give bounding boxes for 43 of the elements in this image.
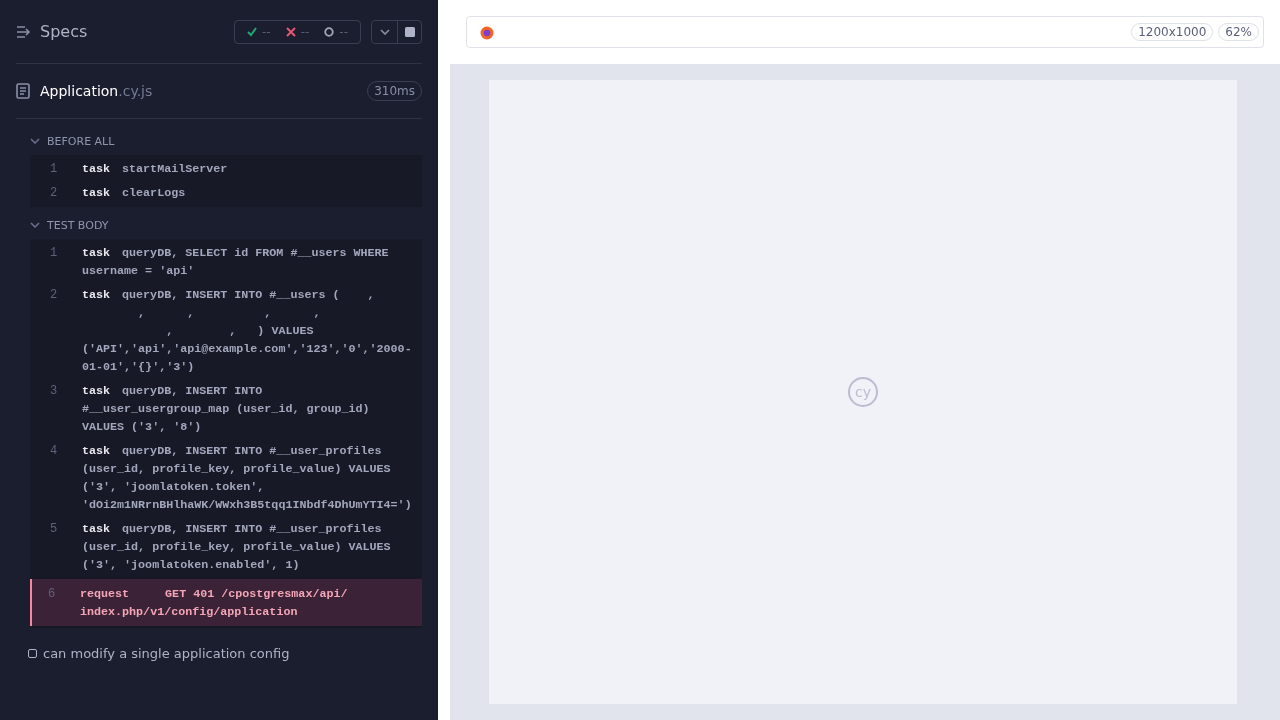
- spinner-icon: [324, 26, 335, 37]
- test-status-icon: [28, 649, 37, 658]
- cross-icon: [285, 26, 296, 37]
- line-number: 3: [50, 383, 59, 400]
- line-number: 1: [50, 245, 59, 262]
- command-row[interactable]: 1 task startMailServer: [30, 157, 422, 181]
- specs-menu-icon[interactable]: [16, 24, 32, 39]
- test-title[interactable]: can modify a single application config: [43, 646, 290, 661]
- command-row[interactable]: 3 task queryDB, INSERT INTO #__user_usergroup_map (user_id, group_id) VALUES ('3', '8'): [30, 379, 422, 439]
- command-text: task clearLogs: [82, 185, 187, 202]
- line-number: 6: [48, 586, 57, 603]
- command-text: task queryDB, INSERT INTO #__user_profiles (user_id, profile_key, profile_value) VALUES ('3', 'joomlatoken.token', 'dOi2m1NRrnBHlhaWK/WWxh3B5tqq1INbdf4DhUmYTI4='): [82, 443, 413, 514]
- chevron-icon[interactable]: [30, 138, 40, 144]
- check-icon: [247, 26, 257, 37]
- spec-file-name: Application.cy.js: [40, 83, 154, 99]
- command-row[interactable]: 2 task queryDB, INSERT INTO #__users ( , , , , , , , ) VALUES ('API','api','api@example.com','123','0','2000-01-01','{}','3'): [30, 283, 422, 379]
- browser-icon: [479, 24, 495, 40]
- specs-title: Specs: [40, 22, 89, 41]
- command-text: task queryDB, INSERT INTO #__user_usergroup_map (user_id, group_id) VALUES ('3', '8'): [82, 383, 371, 436]
- chevron-icon[interactable]: [30, 222, 40, 228]
- line-number: 2: [50, 185, 59, 202]
- command-row[interactable]: 4 task queryDB, INSERT INTO #__user_profiles (user_id, profile_key, profile_value) VALUES ('3', 'joomlatoken.token', 'dOi2m1NRrnBHlhaWK/WWxh3B5tqq1INbdf4DhUmYTI4='): [30, 439, 422, 517]
- hook-title[interactable]: BEFORE ALL: [47, 134, 115, 148]
- command-row[interactable]: 2 task clearLogs: [30, 181, 422, 205]
- line-number: 2: [50, 287, 59, 304]
- command-text: task startMailServer: [82, 161, 229, 178]
- command-row[interactable]: 5 task queryDB, INSERT INTO #__user_profiles (user_id, profile_key, profile_value) VALUES ('3', 'joomlatoken.enabled', 1): [30, 517, 422, 577]
- file-icon: [16, 83, 30, 99]
- line-number: 5: [50, 521, 59, 538]
- hook-title[interactable]: TEST BODY: [47, 218, 109, 232]
- command-text: task queryDB, SELECT id FROM #__users WHERE username = 'api': [82, 245, 390, 280]
- command-row[interactable]: 1 task queryDB, SELECT id FROM #__users WHERE username = 'api': [30, 241, 422, 283]
- command-text: request GET 401 /cpostgresmax/api/ index.php/v1/config/application: [80, 586, 349, 621]
- stat-count: --: [339, 24, 348, 39]
- line-number: 1: [50, 161, 59, 178]
- stop-icon: [404, 26, 415, 37]
- command-row[interactable]: 6 request GET 401 /cpostgresmax/api/ index.php/v1/config/application: [30, 579, 422, 626]
- command-text: task queryDB, INSERT INTO #__users ( , , , , , , , ) VALUES ('API','api','api@example.com','123','0','2000-01-01','{}','3'): [82, 287, 413, 376]
- stat-count: --: [262, 24, 271, 39]
- chevron-icon: [379, 28, 390, 35]
- stat-count: --: [300, 24, 310, 39]
- line-number: 4: [50, 443, 59, 460]
- command-text: task queryDB, INSERT INTO #__user_profiles (user_id, profile_key, profile_value) VALUES ('3', 'joomlatoken.enabled', 1): [82, 521, 392, 574]
